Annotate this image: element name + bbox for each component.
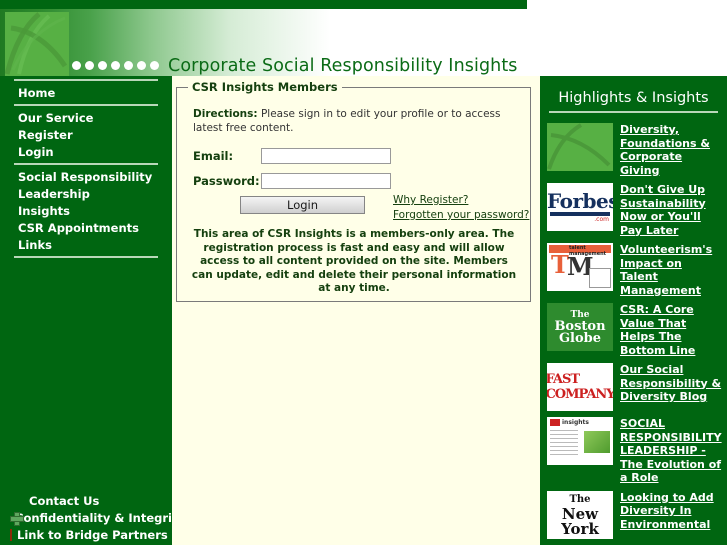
nav-group-topics: Social Responsibility Leadership Insight… xyxy=(0,165,172,256)
doc-text-line xyxy=(550,442,578,443)
login-panel: CSR Insights Members Directions: Please … xyxy=(176,80,570,302)
password-input[interactable] xyxy=(261,173,391,189)
page-root: Corporate Social Responsibility Insights… xyxy=(0,0,727,545)
members-only-notice: This area of CSR Insights is a members-o… xyxy=(191,228,517,294)
footer-item-contact-us[interactable]: Contact Us xyxy=(0,492,172,509)
sidebar-item-our-service[interactable]: Our Service xyxy=(0,109,172,126)
logo-arc-icon xyxy=(5,12,69,76)
site-header: Corporate Social Responsibility Insights xyxy=(0,9,727,76)
logo-arc-icon xyxy=(547,123,613,171)
doc-title: insights xyxy=(562,419,589,426)
sidebar-item-login[interactable]: Login xyxy=(0,143,172,160)
forbes-wordmark: Forbes xyxy=(547,189,613,213)
highlight-link[interactable]: Diversity, Foundations & Corporate Givin… xyxy=(620,123,723,177)
fast-company-logo-thumbnail[interactable]: FAST COMPANY xyxy=(547,363,613,411)
sidebar-item-social-responsibility[interactable]: Social Responsibility xyxy=(0,168,172,185)
email-input[interactable] xyxy=(261,148,391,164)
directions-label: Directions: xyxy=(193,108,258,120)
header-dot xyxy=(98,61,107,70)
login-panel-legend: CSR Insights Members xyxy=(188,80,342,94)
footer-item-bridge-partners[interactable]: Link to Bridge Partners LLC xyxy=(0,526,195,543)
highlights-title: Highlights & Insights xyxy=(558,90,709,106)
header-dot xyxy=(137,61,146,70)
sidebar-item-register[interactable]: Register xyxy=(0,126,172,143)
csr-insights-logo[interactable] xyxy=(5,12,69,76)
sidebar-item-leadership[interactable]: Leadership xyxy=(0,185,172,202)
csr-insights-logo-thumbnail[interactable] xyxy=(547,123,613,171)
highlight-link[interactable]: CSR: A Core Value That Helps The Bottom … xyxy=(620,303,723,357)
nav-group-primary: Home xyxy=(0,81,172,104)
main-content: CSR Insights Members Directions: Please … xyxy=(172,76,570,545)
email-label: Email: xyxy=(193,149,234,163)
nav-divider xyxy=(14,256,158,258)
left-sidebar: Home Our Service Register Login Social R… xyxy=(0,76,195,545)
why-register-link[interactable]: Why Register? xyxy=(393,194,468,206)
nav-group-account: Our Service Register Login xyxy=(0,106,172,163)
login-directions: Directions: Please sign in to edit your … xyxy=(193,108,513,135)
highlight-item: The New York Looking to Add Diversity In… xyxy=(540,490,727,545)
login-button[interactable]: Login xyxy=(240,196,365,214)
boston-globe-logo-thumbnail[interactable]: The Boston Globe xyxy=(547,303,613,351)
header-dot xyxy=(150,61,159,70)
email-row: Email: xyxy=(193,148,391,164)
top-green-bar xyxy=(0,0,527,9)
highlight-item: talent management T M Volunteerism's Imp… xyxy=(540,243,727,303)
sidebar-item-links[interactable]: Links xyxy=(0,236,172,253)
highlight-link[interactable]: Looking to Add Diversity In Environmenta… xyxy=(620,491,723,532)
doc-leaf-image xyxy=(584,431,610,453)
header-dot xyxy=(111,61,120,70)
nyt-new-york: New York xyxy=(561,505,599,538)
highlight-link[interactable]: SOCIAL RESPONSIBILITY LEADERSHIP - The E… xyxy=(620,417,723,485)
header-dot-row xyxy=(72,61,159,70)
talent-management-logo-thumbnail[interactable]: talent management T M xyxy=(547,243,613,291)
forgotten-password-link[interactable]: Forgotten your password? xyxy=(393,209,529,221)
footer-link-bridge-partners[interactable]: Link to Bridge Partners LLC xyxy=(17,528,195,542)
highlight-item: Forbes .com Don't Give Up Sustainability… xyxy=(540,183,727,243)
sidebar-item-csr-appointments[interactable]: CSR Appointments xyxy=(0,219,172,236)
new-york-times-logo-thumbnail[interactable]: The New York xyxy=(547,490,613,539)
doc-text-line xyxy=(550,438,578,439)
sidebar-footer-links: Contact Us Confidentiality & Integrity L… xyxy=(0,492,195,545)
password-row: Password: xyxy=(193,173,391,189)
highlight-item: FAST COMPANY Our Social Responsibility &… xyxy=(540,363,727,417)
footer-item-confidentiality[interactable]: Confidentiality & Integrity xyxy=(0,509,185,526)
highlight-link[interactable]: Our Social Responsibility & Diversity Bl… xyxy=(620,363,723,404)
fast-company-wordmark: FAST COMPANY xyxy=(547,372,613,402)
highlight-item: Diversity, Foundations & Corporate Givin… xyxy=(540,123,727,183)
header-dot xyxy=(72,61,81,70)
tm-page-shape xyxy=(589,268,611,288)
doc-text-line xyxy=(550,454,578,455)
highlight-item: insights SOCIAL RESPONSIBILITY LEADERSHI… xyxy=(540,417,727,491)
site-title: Corporate Social Responsibility Insights xyxy=(168,56,518,76)
orange-square-icon xyxy=(10,528,12,541)
doc-text-line xyxy=(550,446,578,447)
forbes-com-text: .com xyxy=(594,216,609,223)
globe-globe: Globe xyxy=(558,331,602,346)
doc-text-line xyxy=(550,450,578,451)
doc-text-line xyxy=(550,430,578,431)
header-dot xyxy=(124,61,133,70)
header-dot xyxy=(85,61,94,70)
doc-text-line xyxy=(550,434,578,435)
footer-link-contact-us[interactable]: Contact Us xyxy=(29,494,99,508)
password-label: Password: xyxy=(193,174,260,188)
highlight-link[interactable]: Volunteerism's Impact on Talent Manageme… xyxy=(620,243,723,297)
forbes-logo-thumbnail[interactable]: Forbes .com xyxy=(547,183,613,231)
footer-link-confidentiality[interactable]: Confidentiality & Integrity xyxy=(15,511,185,525)
highlight-item: The Boston Globe CSR: A Core Value That … xyxy=(540,303,727,363)
highlights-divider xyxy=(549,111,718,113)
sidebar-item-insights[interactable]: Insights xyxy=(0,202,172,219)
sidebar-item-home[interactable]: Home xyxy=(0,84,172,101)
highlight-link[interactable]: Don't Give Up Sustainability Now or You'… xyxy=(620,183,723,237)
insights-document-thumbnail[interactable]: insights xyxy=(547,417,613,465)
right-sidebar: Highlights & Insights Diversity, Foundat… xyxy=(540,76,727,545)
doc-marker xyxy=(550,419,560,426)
